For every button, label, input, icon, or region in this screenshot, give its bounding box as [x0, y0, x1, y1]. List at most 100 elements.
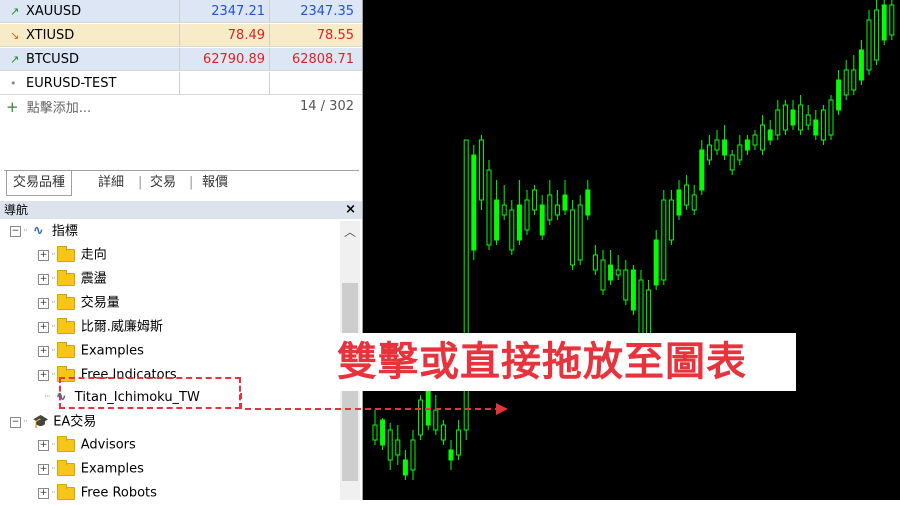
price-chart[interactable]	[363, 0, 900, 500]
indicator-icon: ∿	[32, 223, 44, 239]
folder-label: Examples	[80, 343, 144, 359]
candle-body	[676, 189, 682, 216]
add-symbol-button[interactable]: + 點擊添加...	[6, 96, 91, 118]
candle-body	[524, 199, 530, 231]
candle-body	[866, 19, 872, 71]
symbol-name: XAUUSD	[26, 4, 82, 19]
symbol-row[interactable]: ↗ BTCUSD 62790.89 62808.71	[0, 48, 362, 71]
symbol-row[interactable]: ↘ XTIUSD 78.49 78.55	[0, 24, 362, 47]
candle-body	[577, 204, 583, 261]
tree-folder[interactable]: + ·· Free Robots	[38, 482, 157, 504]
tab-details[interactable]: 詳細	[98, 171, 124, 195]
close-icon[interactable]: ×	[345, 201, 356, 219]
candle-body	[744, 139, 750, 151]
folder-label: Advisors	[80, 437, 136, 453]
symbol-cell: ↗ XAUUSD	[0, 0, 180, 23]
tab-trading[interactable]: 交易	[150, 171, 176, 195]
candle-body	[471, 154, 477, 251]
candle-body	[699, 149, 705, 191]
left-panel: ↗ XAUUSD 2347.21 2347.35 ↘ XTIUSD 78.49 78.55 ↗ B…	[0, 0, 363, 501]
candle-body	[402, 459, 408, 476]
folder-icon	[56, 317, 75, 334]
candle-body	[843, 69, 849, 96]
symbol-row[interactable]: ↗ XAUUSD 2347.21 2347.35	[0, 0, 362, 23]
tree-folder[interactable]: + ·· Advisors	[38, 434, 136, 456]
graduation-cap-icon: 🎓	[32, 414, 50, 430]
candle-body	[608, 264, 614, 281]
annotation-text: 雙擊或直接拖放至圖表	[288, 333, 796, 391]
symbol-name: BTCUSD	[26, 52, 79, 67]
symbol-name: EURUSD-TEST	[26, 76, 117, 91]
candle-body	[486, 169, 492, 246]
candle-body	[600, 259, 606, 291]
expand-icon[interactable]: +	[38, 249, 49, 261]
candle-body	[889, 4, 895, 36]
candle-body	[630, 269, 636, 311]
arrow-down-icon: ↘	[10, 29, 20, 42]
candle-body	[790, 109, 796, 126]
candle-body	[478, 139, 484, 201]
symbol-cell: ↘ XTIUSD	[0, 24, 180, 47]
candle-body	[440, 424, 446, 441]
candle-body	[820, 109, 826, 141]
candle-body	[858, 49, 864, 81]
candle-body	[372, 424, 378, 441]
candle-body	[729, 154, 735, 171]
tree-folder[interactable]: + ·· Examples	[38, 458, 144, 480]
folder-icon	[56, 435, 75, 452]
candle-body	[433, 409, 439, 431]
folder-icon	[56, 459, 75, 476]
candle-body	[570, 209, 576, 266]
tab-quotes[interactable]: 報價	[202, 171, 228, 195]
folder-label: 震盪	[80, 271, 107, 287]
tree-folder[interactable]: + ·· 交易量	[38, 292, 120, 314]
candle-body	[706, 144, 712, 161]
collapse-icon[interactable]: −	[10, 416, 21, 428]
expand-icon[interactable]: +	[38, 297, 49, 309]
candle-body	[851, 69, 857, 91]
arrow-up-icon: ↗	[10, 5, 20, 18]
candle-body	[813, 119, 819, 136]
tree-indicators[interactable]: − ·· ∿ 指標	[10, 220, 78, 242]
candle-body	[737, 144, 743, 161]
candle-body	[782, 104, 788, 131]
candle-body	[684, 184, 690, 206]
expand-icon[interactable]: +	[38, 487, 49, 499]
ask-cell: 2347.35	[300, 4, 354, 19]
collapse-icon[interactable]: −	[10, 225, 21, 237]
candle-body	[661, 199, 667, 281]
candle-body	[760, 124, 766, 151]
candle-body	[387, 429, 393, 461]
candle-body	[767, 129, 773, 141]
candle-body	[881, 4, 887, 41]
folder-icon	[56, 293, 75, 310]
expand-icon[interactable]: +	[38, 321, 49, 333]
expand-icon[interactable]: +	[38, 273, 49, 285]
folder-icon	[56, 269, 75, 286]
bid-cell: 2347.21	[180, 0, 270, 23]
candle-body	[562, 194, 568, 211]
candle-body	[752, 134, 758, 146]
expand-icon[interactable]: +	[38, 369, 49, 381]
candle-body	[623, 269, 629, 301]
candle-body	[722, 139, 728, 156]
symbol-row[interactable]: • EURUSD-TEST	[0, 72, 362, 95]
tree-folder[interactable]: + ·· 震盪	[38, 268, 107, 290]
expand-icon[interactable]: +	[38, 463, 49, 475]
chevron-up-icon[interactable]: ︿	[340, 223, 360, 240]
expand-icon[interactable]: +	[38, 439, 49, 451]
candle-body	[547, 194, 553, 221]
expand-icon[interactable]: +	[38, 345, 49, 357]
symbol-count: 14 / 302	[300, 99, 354, 114]
tree-folder[interactable]: + ·· 走向	[38, 244, 107, 266]
tree-folder[interactable]: + ·· 比爾.威廉姆斯	[38, 316, 163, 338]
candle-body	[592, 254, 598, 271]
navigator-title-bar: 導航 ×	[0, 201, 362, 219]
tree-folder[interactable]: + ·· Examples	[38, 340, 144, 362]
candle-body	[798, 104, 804, 131]
symbol-cell: • EURUSD-TEST	[0, 72, 180, 95]
tab-symbols[interactable]: 交易品種	[6, 171, 73, 196]
tree-ea[interactable]: − ·· 🎓 EA交易	[10, 411, 96, 433]
candle-body	[395, 439, 401, 456]
candle-body	[828, 99, 834, 136]
